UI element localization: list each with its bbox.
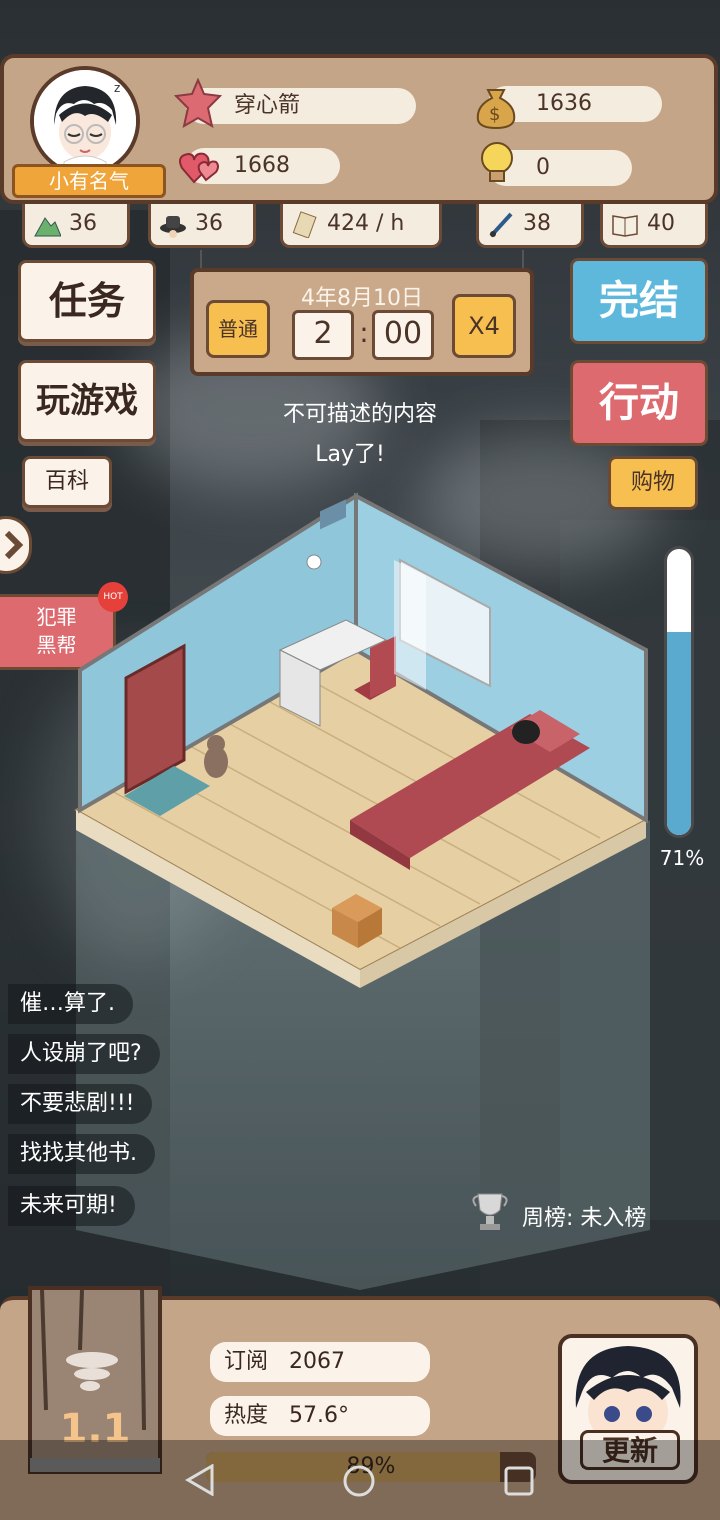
- chat-text: 未来可期!: [20, 1193, 117, 1218]
- room-scene[interactable]: [70, 490, 660, 1290]
- hour-value: 2: [313, 316, 333, 351]
- chat-bubble: 未来可期!: [8, 1186, 135, 1226]
- heat-label: 热度: [224, 1403, 269, 1428]
- heat-value: 57.6°: [289, 1403, 349, 1428]
- hour-box: 2: [292, 310, 354, 360]
- reputation-ribbon: 小有名气: [12, 164, 166, 198]
- time-colon: :: [359, 316, 369, 349]
- play-game-label: 玩游戏: [36, 381, 138, 421]
- title-text: 穿心箭: [234, 93, 301, 118]
- stat-value: 36: [195, 211, 223, 236]
- chevron-right-icon: [3, 529, 27, 565]
- stat-brush: 38: [476, 204, 584, 248]
- finish-button[interactable]: 完结: [570, 258, 708, 344]
- action-button[interactable]: 行动: [570, 360, 708, 446]
- energy-meter: [664, 546, 694, 838]
- subscriptions-value: 2067: [289, 1349, 346, 1374]
- svg-text:$: $: [489, 104, 500, 125]
- chat-text: 找找其他书.: [20, 1141, 137, 1166]
- stat-output-rate: 424 / h: [280, 204, 442, 248]
- mode-label: 普通: [218, 317, 258, 341]
- speed-label: X4: [468, 312, 500, 340]
- scroll-icon: [291, 210, 319, 239]
- book-icon: [611, 210, 639, 238]
- popularity-value: 1668: [234, 153, 290, 178]
- stat-value: 40: [647, 211, 675, 236]
- player-avatar[interactable]: z z: [30, 66, 140, 176]
- date-panel: 4年8月10日 普通 2 : 00 X4: [190, 268, 534, 376]
- home-nav-icon[interactable]: [342, 1464, 376, 1502]
- chat-bubble: 催…算了.: [8, 984, 133, 1024]
- play-game-button[interactable]: 玩游戏: [18, 360, 156, 442]
- finish-label: 完结: [599, 278, 679, 324]
- heat-pill: 热度 57.6°: [210, 1396, 430, 1436]
- speed-button[interactable]: X4: [452, 294, 516, 358]
- minute-value: 00: [383, 316, 423, 351]
- money-value: 1636: [536, 91, 592, 116]
- money-bag-icon: $: [472, 80, 520, 130]
- chat-text: 催…算了.: [20, 991, 115, 1016]
- ideas-value: 0: [536, 155, 550, 180]
- stat-detective: 36: [148, 204, 256, 248]
- chat-bubble: 不要悲剧!!!: [8, 1084, 153, 1124]
- chat-text: 不要悲剧!!!: [20, 1091, 135, 1116]
- mode-normal-button[interactable]: 普通: [206, 300, 270, 358]
- stat-mountain: 36: [22, 204, 130, 248]
- action-label: 行动: [599, 380, 679, 426]
- hearts-icon: [178, 146, 220, 186]
- subscriptions-label: 订阅: [224, 1349, 269, 1374]
- lightbulb-icon: [474, 138, 520, 188]
- brush-icon: [487, 210, 515, 238]
- chat-bubble: 找找其他书.: [8, 1134, 155, 1174]
- detective-hat-icon: [159, 210, 187, 238]
- status-line1: 不可描述的内容: [282, 402, 437, 427]
- back-nav-icon[interactable]: [184, 1463, 216, 1500]
- stat-value: 36: [69, 211, 97, 236]
- task-label: 任务: [48, 279, 125, 323]
- energy-meter-fill: [667, 631, 691, 835]
- weekly-rank-label: 周榜: 未入榜: [522, 1206, 647, 1231]
- stat-book: 40: [600, 204, 708, 248]
- status-line2: Lay了!: [315, 442, 385, 467]
- mountain-icon: [33, 210, 62, 238]
- stat-value: 424 / h: [327, 211, 405, 236]
- star-icon: [173, 77, 223, 130]
- recents-nav-icon[interactable]: [504, 1466, 534, 1500]
- energy-meter-percent: 71%: [659, 846, 705, 870]
- chat-text: 人设崩了吧?: [20, 1041, 142, 1066]
- reputation-label: 小有名气: [49, 169, 129, 193]
- system-navigation-bar: [0, 1440, 720, 1520]
- minute-box: 00: [372, 310, 434, 360]
- trophy-icon[interactable]: [470, 1190, 510, 1234]
- task-button[interactable]: 任务: [18, 260, 156, 342]
- subscriptions-pill: 订阅 2067: [210, 1342, 430, 1382]
- stat-value: 38: [523, 211, 551, 236]
- chat-bubble: 人设崩了吧?: [8, 1034, 160, 1074]
